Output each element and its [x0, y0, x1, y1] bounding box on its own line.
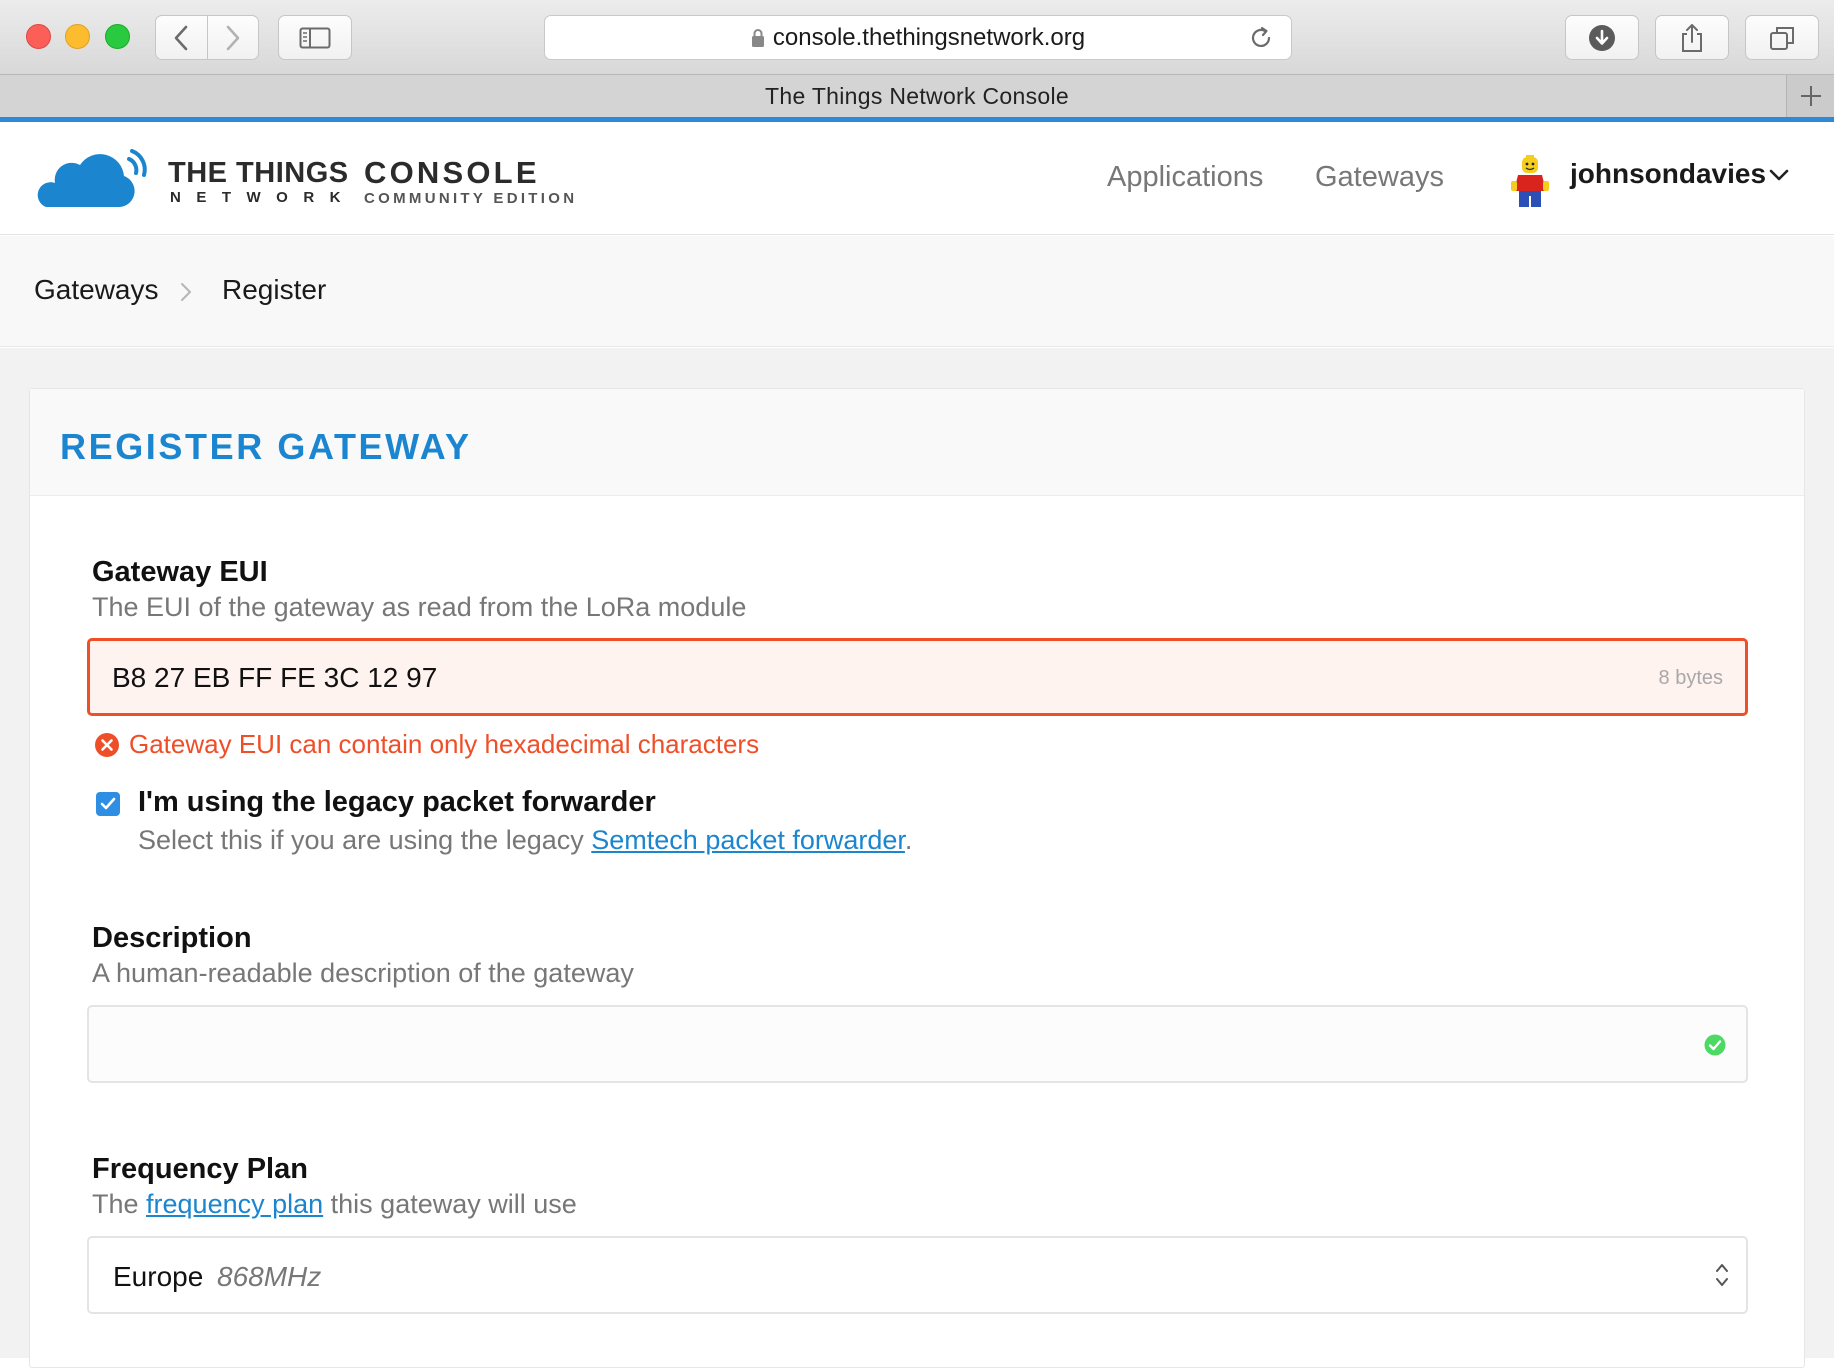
console-subtitle: COMMUNITY EDITION — [364, 190, 578, 207]
history-nav — [155, 15, 259, 60]
address-bar[interactable]: console.thethingsnetwork.org — [544, 15, 1292, 60]
url-text: console.thethingsnetwork.org — [772, 23, 1086, 51]
page-title: REGISTER GATEWAY — [60, 426, 472, 467]
frequency-help-prefix: The — [92, 1189, 147, 1219]
eui-error-text: Gateway EUI can contain only hexadecimal… — [129, 729, 760, 759]
eui-help: The EUI of the gateway as read from the … — [92, 592, 747, 622]
avatar[interactable] — [1510, 155, 1550, 207]
tab-active[interactable]: The Things Network Console — [765, 83, 1069, 110]
brand-network: NETWORK — [170, 189, 356, 206]
frequency-help-suffix: this gateway will use — [323, 1189, 577, 1219]
eui-bytes-hint: 8 bytes — [1658, 667, 1723, 689]
downloads-button[interactable] — [1565, 15, 1639, 60]
chevron-down-icon[interactable] — [1769, 169, 1789, 181]
error-circle-icon — [95, 732, 119, 757]
minimize-window-button[interactable] — [65, 24, 90, 49]
tab-bar: The Things Network Console — [0, 75, 1834, 122]
chevron-right-icon — [181, 283, 191, 301]
tabs-overview-button[interactable] — [1745, 15, 1819, 60]
share-icon — [1682, 23, 1702, 52]
frequency-plan-help: The frequency plan this gateway will use — [92, 1189, 577, 1220]
frequency-region: Europe — [113, 1261, 204, 1292]
gateway-eui-value: B8 27 EB FF FE 3C 12 97 — [112, 662, 438, 693]
share-button[interactable] — [1655, 15, 1729, 60]
reload-button[interactable] — [1249, 26, 1273, 55]
breadcrumb-gateways-link[interactable]: Gateways — [34, 274, 159, 306]
frequency-plan-link[interactable]: frequency plan — [146, 1189, 323, 1219]
card-header: REGISTER GATEWAY — [30, 389, 1804, 496]
download-icon — [1589, 24, 1615, 51]
tabs-icon — [1770, 26, 1794, 50]
sidebar-toggle-button[interactable] — [278, 15, 352, 60]
breadcrumb-register: Register — [222, 274, 327, 305]
zoom-window-button[interactable] — [105, 24, 130, 49]
lock-icon — [751, 28, 764, 47]
frequency-plan-select[interactable]: Europe 868MHz — [87, 1236, 1748, 1314]
checkmark-icon — [100, 797, 116, 810]
description-label: Description — [92, 922, 252, 954]
valid-check-icon — [1704, 1034, 1726, 1056]
register-gateway-card: REGISTER GATEWAY — [29, 388, 1805, 1368]
nav-applications-link[interactable]: Applications — [1107, 161, 1263, 194]
semtech-packet-forwarder-link[interactable]: Semtech packet forwarder — [591, 825, 905, 855]
legacy-forwarder-help: Select this if you are using the legacy … — [138, 825, 912, 856]
legacy-help-suffix: . — [904, 825, 913, 855]
chevron-left-icon — [174, 25, 188, 50]
sidebar-icon — [299, 27, 331, 48]
nav-gateways-link[interactable]: Gateways — [1315, 161, 1444, 194]
site-header: THE THINGS NETWORK CONSOLE COMMUNITY EDI… — [0, 127, 1834, 235]
eui-error-message: Gateway EUI can contain only hexadecimal… — [95, 729, 759, 760]
plus-icon — [1800, 86, 1821, 106]
breadcrumb: Gateways Register — [0, 236, 1834, 347]
frequency-mhz: 868MHz — [217, 1261, 322, 1292]
select-updown-icon — [1716, 1264, 1728, 1286]
user-menu-name[interactable]: johnsondavies — [1570, 158, 1766, 190]
console-title: CONSOLE — [364, 155, 540, 190]
new-tab-button[interactable] — [1786, 75, 1834, 117]
browser-toolbar: console.thethingsnetwork.org — [0, 0, 1834, 75]
brand-name: THE THINGS — [168, 157, 349, 189]
legacy-forwarder-label[interactable]: I'm using the legacy packet forwarder — [138, 786, 656, 819]
back-button[interactable] — [156, 16, 207, 59]
legacy-help-text: Select this if you are using the legacy — [138, 825, 592, 855]
reload-icon — [1251, 26, 1271, 47]
ttn-cloud-logo-icon[interactable] — [32, 149, 154, 209]
eui-label: Gateway EUI — [92, 556, 268, 588]
gateway-eui-input[interactable]: B8 27 EB FF FE 3C 12 97 8 bytes — [87, 638, 1748, 716]
legacy-forwarder-checkbox[interactable] — [96, 792, 120, 816]
frequency-plan-label: Frequency Plan — [92, 1153, 308, 1185]
forward-button[interactable] — [206, 16, 259, 59]
chevron-right-icon — [226, 25, 240, 50]
description-input[interactable] — [87, 1005, 1748, 1083]
description-help: A human-readable description of the gate… — [92, 958, 634, 988]
close-window-button[interactable] — [26, 24, 51, 49]
